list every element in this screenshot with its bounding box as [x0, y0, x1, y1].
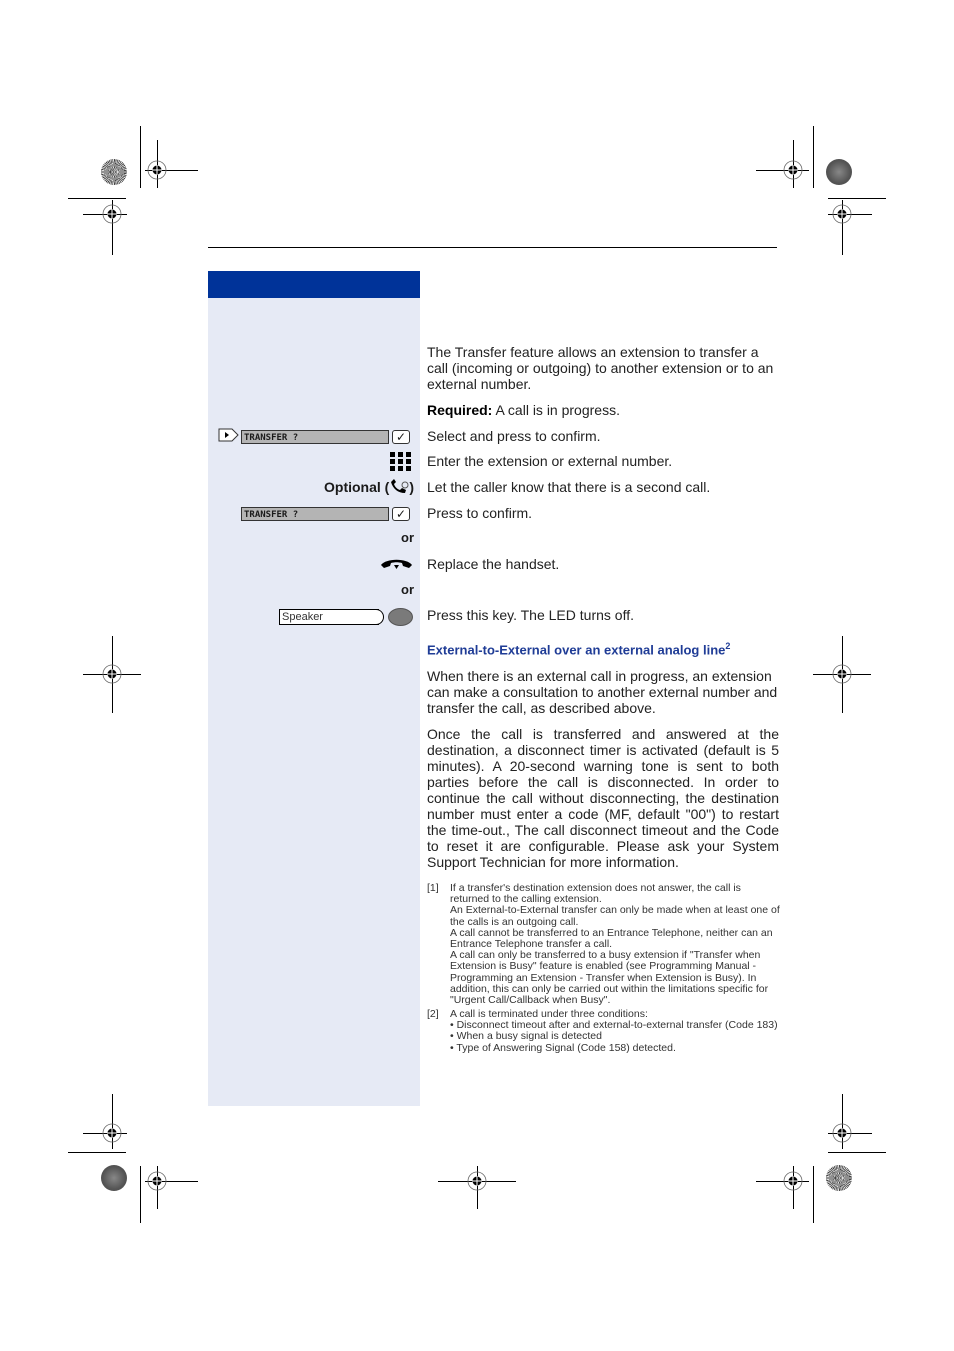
crop-mark [813, 126, 814, 188]
registration-mark-icon [467, 1171, 487, 1191]
confirm-check-button[interactable]: ✓ [392, 430, 410, 444]
section-bar [208, 271, 420, 298]
registration-mark-icon [832, 664, 852, 684]
crop-mark [68, 1152, 126, 1153]
step-text: Press to confirm. [427, 505, 533, 521]
registration-mark-icon [832, 204, 852, 224]
registration-mark-icon [102, 664, 122, 684]
or-label: or [401, 530, 414, 545]
required-text: A call is in progress. [495, 402, 620, 418]
step-text: Let the caller know that there is a seco… [427, 479, 711, 495]
crop-mark [140, 1166, 141, 1223]
transfer-display-option[interactable]: TRANSFER ? [241, 507, 389, 521]
step-text: Enter the extension or external number. [427, 453, 673, 469]
required-label: Required: [427, 402, 493, 418]
crop-mark [828, 198, 886, 199]
color-rosette-icon [101, 159, 127, 185]
section-paragraph: Once the call is transferred and answere… [427, 726, 779, 870]
announce-handset-icon [391, 479, 409, 493]
optional-label: Optional () [324, 479, 414, 495]
step-text: Replace the handset. [427, 556, 560, 572]
color-rosette-icon [826, 159, 852, 185]
registration-mark-icon [102, 204, 122, 224]
crop-mark [140, 126, 141, 188]
required-line: Required: A call is in progress. [427, 402, 779, 418]
color-rosette-icon [826, 1165, 852, 1191]
crop-mark [828, 1152, 886, 1153]
instruction-column [208, 271, 420, 1106]
registration-mark-icon [102, 1123, 122, 1143]
keypad-icon [390, 452, 411, 471]
footnote: [2] A call is terminated under three con… [427, 1008, 778, 1054]
scroll-arrow-icon [218, 428, 239, 442]
speaker-key-button[interactable] [388, 608, 413, 626]
speaker-key-label: Speaker [279, 609, 379, 625]
step-text: Select and press to confirm. [427, 428, 601, 444]
section-heading: External-to-External over an external an… [427, 641, 731, 658]
handset-down-icon [381, 559, 412, 569]
confirm-check-button[interactable]: ✓ [392, 507, 410, 521]
registration-mark-icon [783, 1171, 803, 1191]
registration-mark-icon [832, 1123, 852, 1143]
registration-mark-icon [783, 160, 803, 180]
or-label: or [401, 582, 414, 597]
registration-mark-icon [147, 160, 167, 180]
crop-mark [68, 198, 126, 199]
footnote: [1] If a transfer's destination extensio… [427, 882, 780, 1007]
step-text: Press this key. The LED turns off. [427, 607, 634, 623]
color-rosette-icon [101, 1165, 127, 1191]
header-rule [208, 247, 777, 248]
transfer-display-option[interactable]: TRANSFER ? [241, 430, 389, 444]
section-paragraph: When there is an external call in progre… [427, 668, 778, 716]
crop-mark [813, 1166, 814, 1223]
intro-paragraph: The Transfer feature allows an extension… [427, 344, 774, 392]
registration-mark-icon [147, 1171, 167, 1191]
